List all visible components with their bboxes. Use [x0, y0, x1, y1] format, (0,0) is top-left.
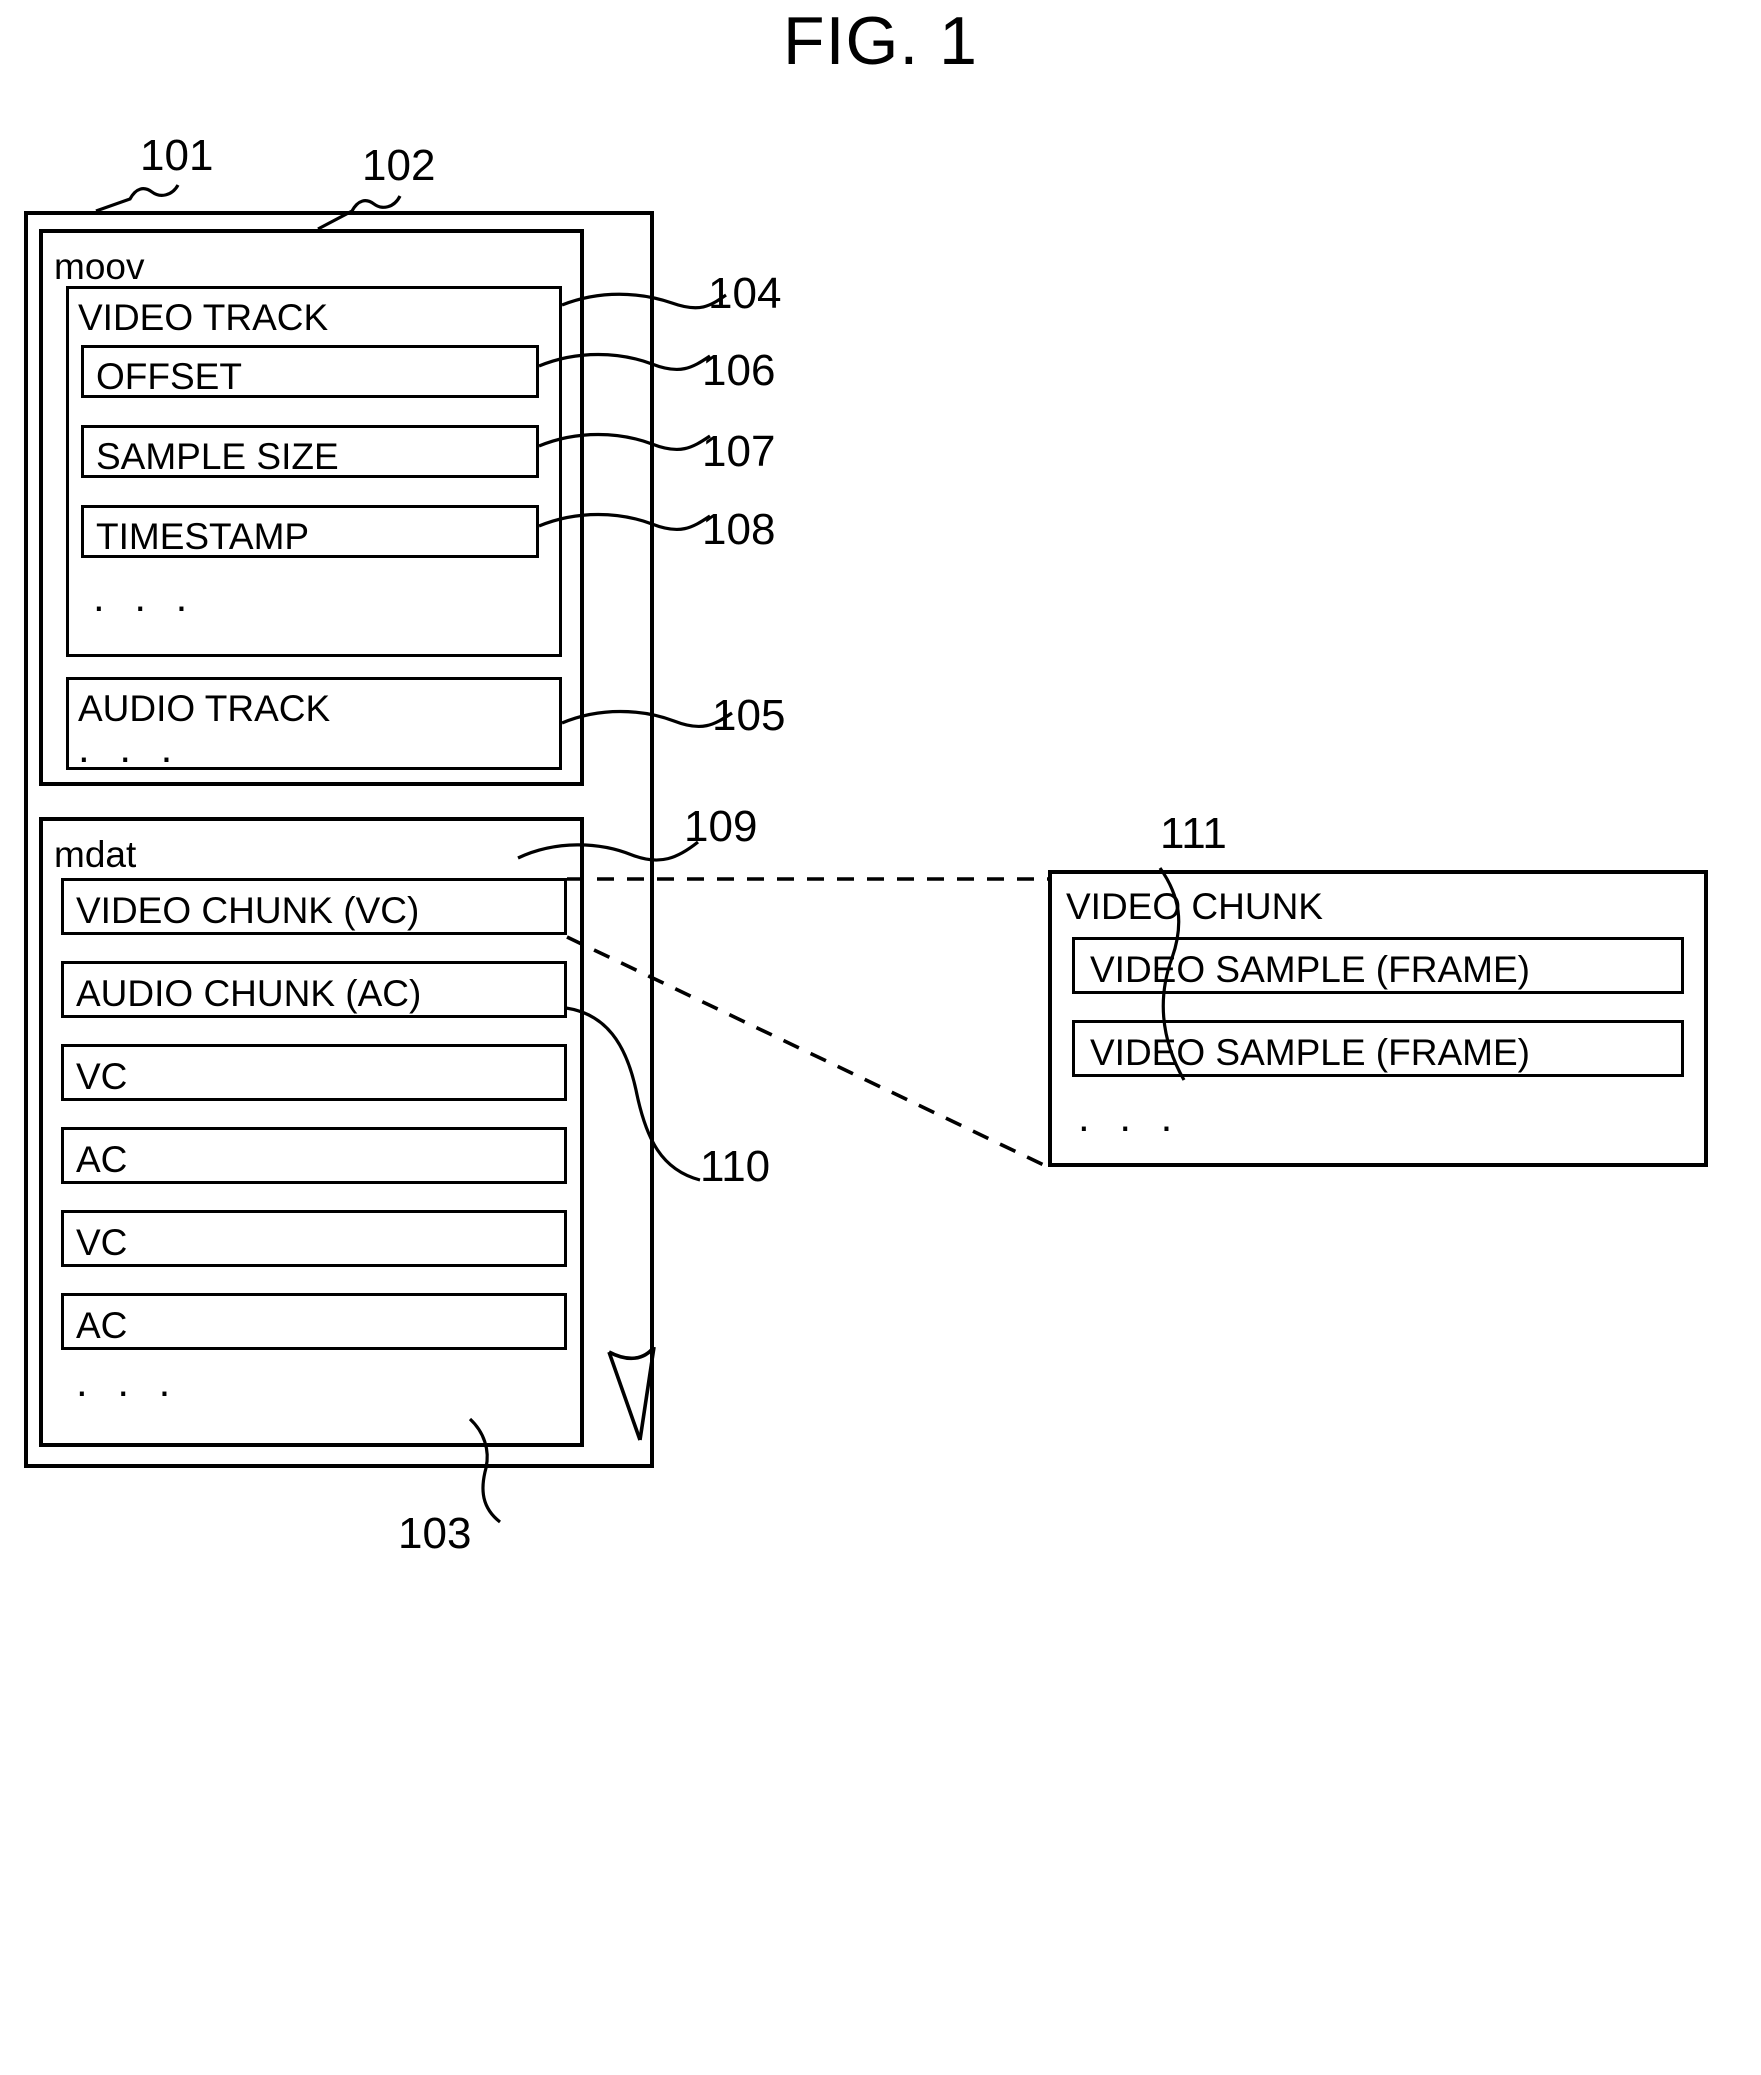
- sample-size-field-label: SAMPLE SIZE: [96, 436, 339, 477]
- audio-track-ellipsis: . . .: [78, 724, 182, 771]
- chunk-row-ac-3: [61, 1293, 567, 1350]
- video-sample-label-2: VIDEO SAMPLE (FRAME): [1090, 1032, 1530, 1073]
- chunk-row-ac-2: [61, 1127, 567, 1184]
- video-chunk-detail-label: VIDEO CHUNK: [1066, 886, 1323, 927]
- chunk-label-vc-3: VC: [76, 1222, 128, 1263]
- chunk-row-vc-3: [61, 1210, 567, 1267]
- reference-numeral-106: 106: [702, 346, 776, 395]
- chunk-label-audio-chunk-ac: AUDIO CHUNK (AC): [76, 973, 422, 1014]
- chunk-row-vc-2: [61, 1044, 567, 1101]
- reference-numeral-108: 108: [702, 505, 776, 554]
- reference-numeral-102: 102: [362, 141, 436, 190]
- video-track-label: VIDEO TRACK: [78, 297, 329, 338]
- reference-numeral-107: 107: [702, 427, 776, 476]
- reference-numeral-101: 101: [140, 131, 214, 180]
- offset-field-label: OFFSET: [96, 356, 242, 397]
- chunk-label-ac-3: AC: [76, 1305, 128, 1346]
- video-track-ellipsis: . . .: [93, 573, 197, 620]
- chunk-label-video-chunk-vc: VIDEO CHUNK (VC): [76, 890, 420, 931]
- video-sample-label-1: VIDEO SAMPLE (FRAME): [1090, 949, 1530, 990]
- moov-box-label: moov: [54, 246, 145, 287]
- mdat-ellipsis: . . .: [76, 1358, 180, 1405]
- timestamp-field-label: TIMESTAMP: [96, 516, 310, 557]
- chunk-label-vc-2: VC: [76, 1056, 128, 1097]
- figure-title: FIG. 1: [783, 3, 978, 79]
- reference-numeral-104: 104: [708, 269, 782, 318]
- reference-numeral-103: 103: [398, 1509, 472, 1558]
- reference-numeral-109: 109: [684, 802, 758, 851]
- leader-101: [95, 184, 180, 213]
- mdat-box-label: mdat: [54, 834, 137, 875]
- reference-numeral-110: 110: [700, 1142, 771, 1191]
- video-chunk-detail-ellipsis: . . .: [1078, 1093, 1182, 1140]
- chunk-label-ac-2: AC: [76, 1139, 128, 1180]
- audio-track-label: AUDIO TRACK: [78, 688, 331, 729]
- reference-numeral-111: 111: [1160, 809, 1227, 858]
- reference-numeral-105: 105: [712, 691, 786, 740]
